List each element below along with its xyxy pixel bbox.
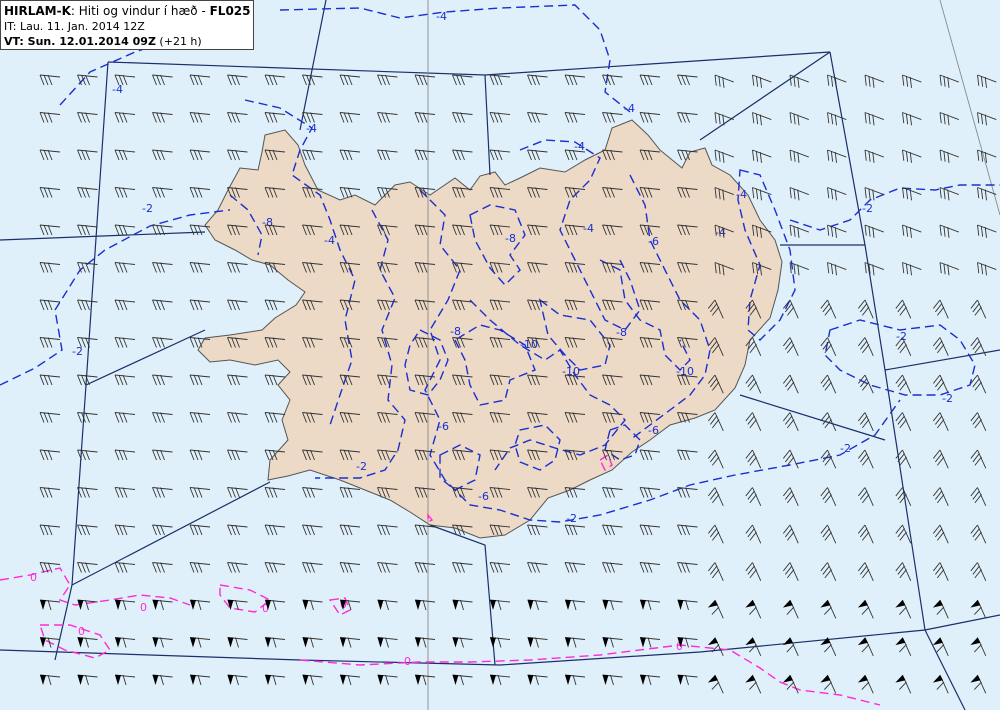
contour-label: -6 bbox=[648, 235, 659, 248]
contour-label: -8 bbox=[450, 325, 461, 338]
contour-label: -8 bbox=[262, 216, 273, 229]
init-time: IT: Lau. 11. Jan. 2014 12Z bbox=[4, 20, 145, 33]
contour-label: -4 bbox=[324, 234, 335, 247]
contour-label: -2 bbox=[356, 460, 367, 473]
contour-label: 0 bbox=[30, 571, 37, 584]
contour-label: -2 bbox=[942, 392, 953, 405]
contour-label: -2 bbox=[862, 202, 873, 215]
title-line: HIRLAM-K: Hiti og vindur í hæð - FL025 bbox=[4, 3, 251, 19]
contour-label: -4 bbox=[583, 222, 594, 235]
map-title-box: HIRLAM-K: Hiti og vindur í hæð - FL025 I… bbox=[0, 0, 254, 50]
contour-label: -2 bbox=[840, 442, 851, 455]
contour-label: -4 bbox=[436, 10, 447, 23]
contour-label: 0 bbox=[78, 625, 85, 638]
contour-label: 0 bbox=[404, 655, 411, 668]
map-description: : Hiti og vindur í hæð - bbox=[70, 4, 210, 18]
contour-label: -6 bbox=[438, 420, 449, 433]
contour-label: -4 bbox=[624, 102, 635, 115]
valid-time: VT: Sun. 12.01.2014 09Z bbox=[4, 35, 156, 48]
flight-level: FL025 bbox=[209, 4, 251, 18]
model-name: HIRLAM-K bbox=[4, 4, 71, 18]
contour-label: -6 bbox=[648, 424, 659, 437]
contour-label: -8 bbox=[616, 326, 627, 339]
contour-label: -2 bbox=[566, 512, 577, 525]
forecast-lead: (+21 h) bbox=[155, 35, 202, 48]
contour-label: -6 bbox=[478, 490, 489, 503]
weather-map: -4 -4 -4 -4 -4 -4 -4 -4 -4 -2 -2 -2 -2 -… bbox=[0, 0, 1000, 710]
valid-time-line: VT: Sun. 12.01.2014 09Z (+21 h) bbox=[4, 34, 250, 49]
contour-label: -4 bbox=[306, 122, 317, 135]
contour-label: -4 bbox=[736, 188, 747, 201]
contour-label: -4 bbox=[112, 83, 123, 96]
contour-label: -2 bbox=[142, 202, 153, 215]
contour-label: -8 bbox=[505, 232, 516, 245]
contour-label: -2 bbox=[896, 330, 907, 343]
contour-label: -10 bbox=[520, 338, 538, 351]
contour-label: 0 bbox=[140, 601, 147, 614]
